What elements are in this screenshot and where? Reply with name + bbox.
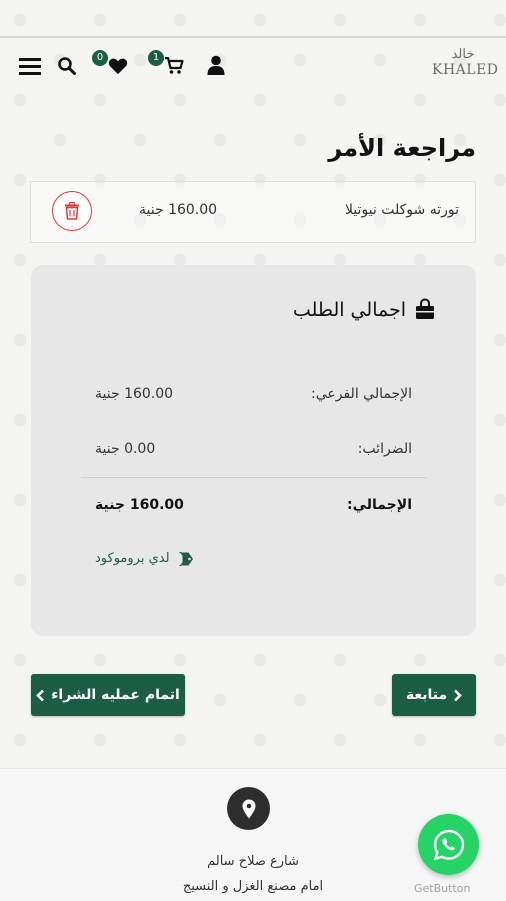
- heart-icon[interactable]: [106, 54, 130, 78]
- cart-item-price: 160.00 جنية: [139, 202, 218, 218]
- tag-icon: [179, 551, 193, 566]
- checkout-label: اتمام عمليه الشراء: [51, 687, 180, 703]
- site-header: 0 1 خالد KHALED: [0, 38, 506, 96]
- chevron-right-icon: [454, 689, 462, 701]
- getbutton-label[interactable]: GetButton: [414, 882, 470, 895]
- logo-arabic-text: خالد: [451, 47, 475, 62]
- chevron-left-icon: [36, 689, 45, 701]
- promo-code-link[interactable]: لدي بروموكود: [95, 551, 194, 566]
- promo-code-label: لدي بروموكود: [95, 551, 170, 566]
- trash-icon: [65, 202, 79, 220]
- logo-english-text: KHALED: [432, 62, 499, 78]
- user-icon[interactable]: [205, 53, 227, 77]
- tax-value: 0.00 جنية: [95, 441, 156, 457]
- total-value: 160.00 جنية: [95, 497, 184, 513]
- total-label: الإجمالي:: [347, 497, 412, 513]
- order-summary-card: اجمالي الطلب الإجمالي الفرعي: 160.00 جني…: [31, 265, 476, 636]
- cart-item-row: تورته شوكلت نيوتيلا 160.00 جنية: [30, 181, 476, 243]
- menu-icon[interactable]: [18, 54, 42, 78]
- subtotal-label: الإجمالي الفرعي:: [311, 386, 412, 402]
- whatsapp-icon: [433, 829, 464, 860]
- cart-count-badge: 1: [148, 50, 164, 66]
- shopping-bag-icon: [414, 298, 436, 324]
- cart-icon[interactable]: [162, 54, 186, 78]
- subtotal-value: 160.00 جنية: [95, 386, 174, 402]
- summary-divider: [81, 477, 427, 478]
- continue-label: متابعة: [405, 687, 448, 703]
- location-pin-icon: [227, 787, 270, 830]
- page-title: مراجعة الأمر: [328, 134, 476, 162]
- delete-item-button[interactable]: [52, 191, 92, 231]
- cart-item-name: تورته شوكلت نيوتيلا: [344, 202, 459, 218]
- whatsapp-button[interactable]: [418, 814, 479, 875]
- brand-logo[interactable]: خالد KHALED: [432, 47, 499, 79]
- continue-button[interactable]: متابعة: [392, 674, 476, 716]
- order-summary-title: اجمالي الطلب: [292, 299, 406, 321]
- wishlist-count-badge: 0: [92, 50, 108, 66]
- tax-label: الضرائب:: [357, 441, 412, 457]
- checkout-button[interactable]: اتمام عمليه الشراء: [31, 674, 185, 716]
- search-icon[interactable]: [56, 54, 78, 78]
